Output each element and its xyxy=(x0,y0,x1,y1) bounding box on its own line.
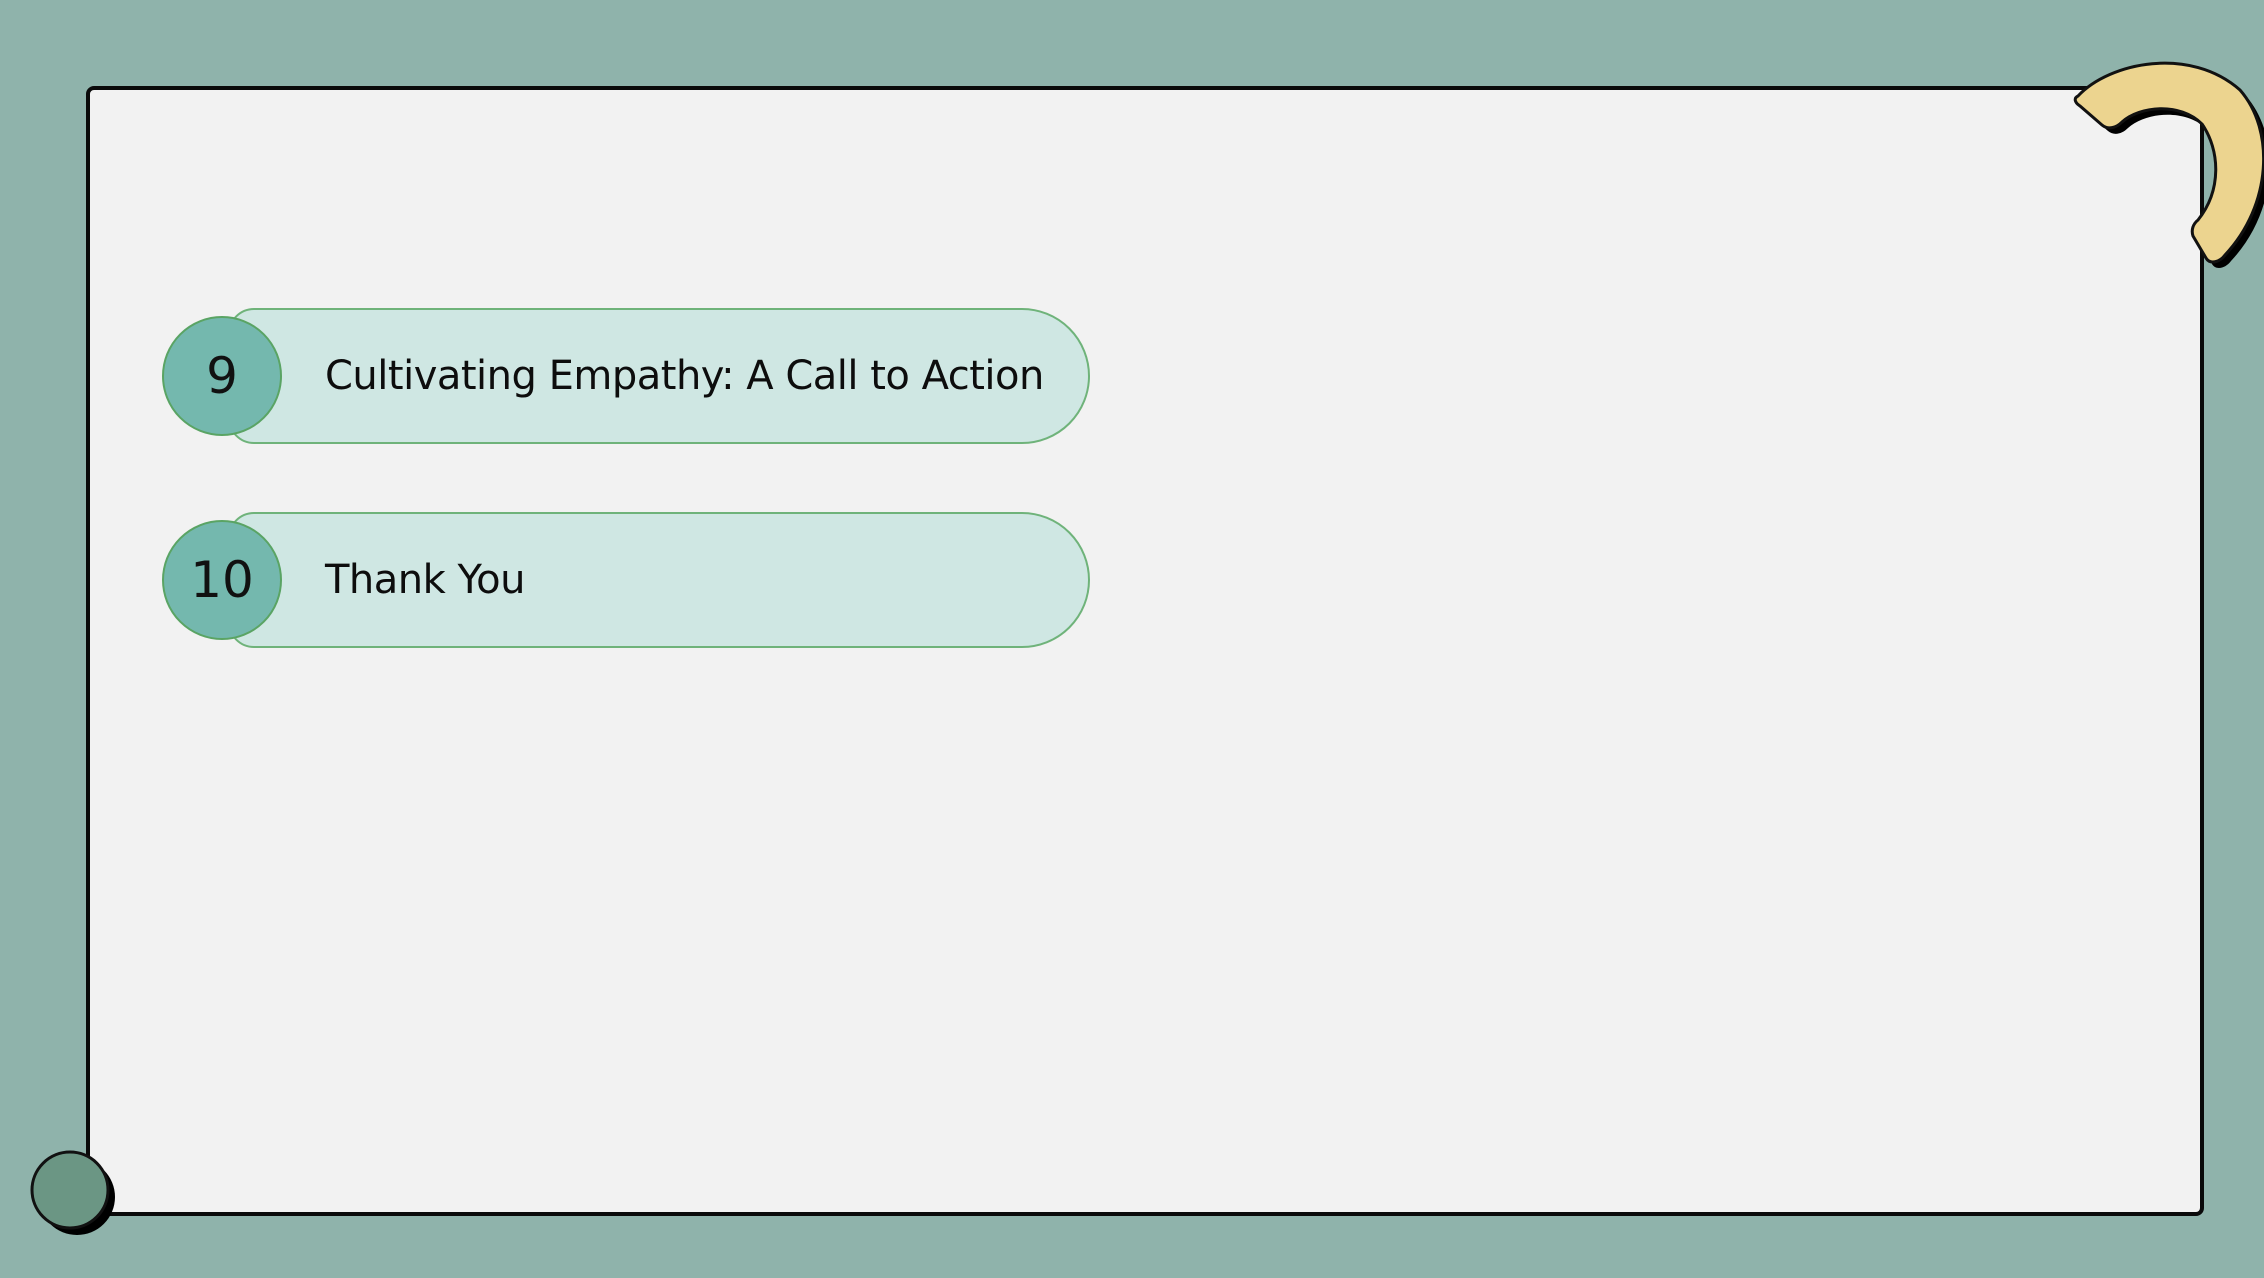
agenda-item-10[interactable]: 10 Thank You xyxy=(160,510,1090,650)
arc-decoration-icon xyxy=(2073,61,2264,268)
agenda-item-title: Thank You xyxy=(325,557,525,603)
agenda-number-badge: 9 xyxy=(162,316,282,436)
slide: 9 Cultivating Empathy: A Call to Action … xyxy=(0,0,2264,1278)
agenda-item-title: Cultivating Empathy: A Call to Action xyxy=(325,353,1044,399)
circle-decoration-icon xyxy=(30,1150,115,1235)
content-panel xyxy=(86,86,2204,1216)
agenda-number-badge: 10 xyxy=(162,520,282,640)
agenda-item-9[interactable]: 9 Cultivating Empathy: A Call to Action xyxy=(160,306,1090,446)
